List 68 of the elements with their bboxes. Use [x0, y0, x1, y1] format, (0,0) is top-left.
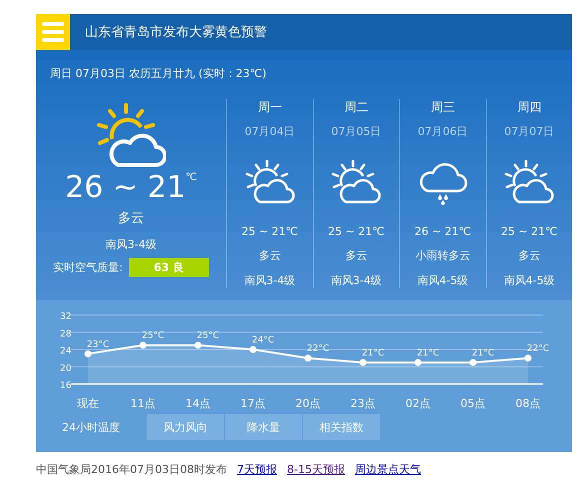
- condition-label: 多云: [518, 248, 540, 263]
- data-point: [414, 358, 422, 366]
- value-label: 24°C: [252, 336, 274, 346]
- condition-label: 多云: [118, 210, 144, 227]
- date-line: 周日 07月03日 农历五月廿九 (实时：23℃): [49, 66, 268, 81]
- value-label: 25°C: [142, 331, 164, 342]
- condition-label: 多云: [345, 248, 368, 263]
- forecast-link[interactable]: 7天预报: [237, 462, 277, 477]
- value-label: 25°C: [196, 331, 220, 342]
- axis-tick-label: 24: [60, 346, 72, 356]
- alert-title[interactable]: 山东省青岛市发布大雾黄色预警: [85, 23, 267, 41]
- axis-tick-label: 28: [60, 329, 72, 340]
- temperature-range: 25 ~ 21℃: [328, 225, 385, 238]
- date-label: 07月06日: [418, 124, 468, 139]
- data-point: [360, 358, 366, 366]
- value-label: 21°C: [416, 348, 440, 358]
- axis-tick-label: 20: [60, 364, 72, 374]
- temperature-range: 25 ~ 21℃: [500, 225, 558, 238]
- date-label: 07月05日: [331, 124, 382, 139]
- forecast-link[interactable]: 8-15天预报: [287, 462, 345, 477]
- hour-label: 17点: [240, 397, 266, 410]
- axis-tick-label: 32: [60, 312, 72, 322]
- value-label: 21°C: [362, 348, 384, 358]
- data-point: [84, 350, 92, 358]
- unit-label: ℃: [186, 172, 197, 183]
- hour-label: 23点: [350, 397, 376, 410]
- data-point: [194, 342, 202, 349]
- value-label: 21°C: [472, 348, 494, 358]
- weekday-label: 周三: [430, 99, 455, 116]
- weekday-label: 周四: [517, 99, 542, 116]
- date-label: 07月07日: [504, 124, 554, 139]
- sun-cloud-icon: [504, 159, 554, 205]
- wind-label: 南风3-4级: [106, 237, 156, 252]
- hour-label: 02点: [406, 397, 430, 410]
- data-point: [304, 354, 312, 362]
- weekday-label: 周一: [258, 99, 282, 116]
- air-quality-label: 实时空气质量:: [53, 260, 123, 275]
- value-label: 23°C: [86, 340, 110, 350]
- wind-label: 南风4-5级: [504, 273, 555, 288]
- value-label: 22°C: [306, 344, 330, 354]
- wind-label: 南风3-4级: [244, 273, 296, 288]
- data-point: [250, 346, 256, 353]
- condition-label: 小雨转多云: [415, 248, 470, 263]
- sun-cloud-icon: [244, 159, 295, 205]
- hour-label: 14点: [186, 397, 210, 410]
- sun-cloud-icon: [331, 159, 382, 205]
- value-label: 22°C: [526, 344, 550, 354]
- date-label: 07月04日: [244, 124, 295, 139]
- hour-label: 11点: [130, 397, 156, 410]
- condition-label: 多云: [258, 248, 281, 263]
- data-point: [524, 354, 532, 362]
- temperature-range: 25 ~ 21℃: [241, 225, 298, 238]
- weekday-label: 周二: [344, 99, 368, 116]
- forecast-link[interactable]: 周边景点天气: [354, 462, 421, 477]
- axis-tick-label: 16: [60, 381, 72, 391]
- hour-label: 05点: [460, 397, 486, 410]
- hour-label: 现在: [77, 397, 99, 410]
- menu-icon[interactable]: [36, 14, 70, 50]
- temperature-range: 26 ~ 21℃: [414, 225, 472, 238]
- wind-label: 南风4-5级: [417, 273, 468, 288]
- hour-label: 08点: [516, 397, 540, 410]
- data-point: [140, 342, 146, 349]
- publish-note: 中国气象局2016年07月03日08时发布: [36, 462, 227, 477]
- data-point: [470, 358, 476, 366]
- air-quality-value: 63 良: [128, 258, 209, 277]
- temperature-range: 26 ~ 21: [65, 170, 186, 205]
- wind-label: 南风3-4级: [330, 273, 382, 288]
- hour-label: 20点: [296, 397, 320, 410]
